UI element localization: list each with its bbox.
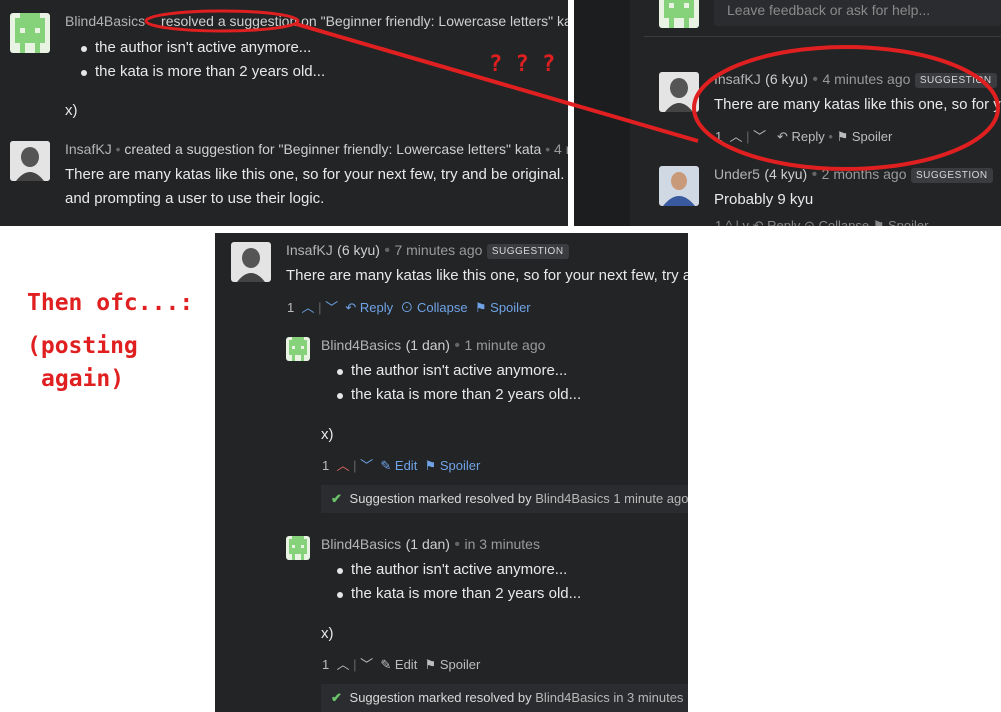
annotation-arrow-line (295, 22, 699, 143)
annotation-then: Then ofc...: (27, 290, 194, 316)
annotation-question: ? ? ? (489, 52, 556, 77)
annotation-again: again) (41, 366, 125, 392)
highlight-circle (144, 9, 300, 33)
annotation-overlay (144, 9, 1000, 171)
highlight-circle (692, 45, 1000, 171)
annotation-posting: (posting (27, 333, 138, 359)
